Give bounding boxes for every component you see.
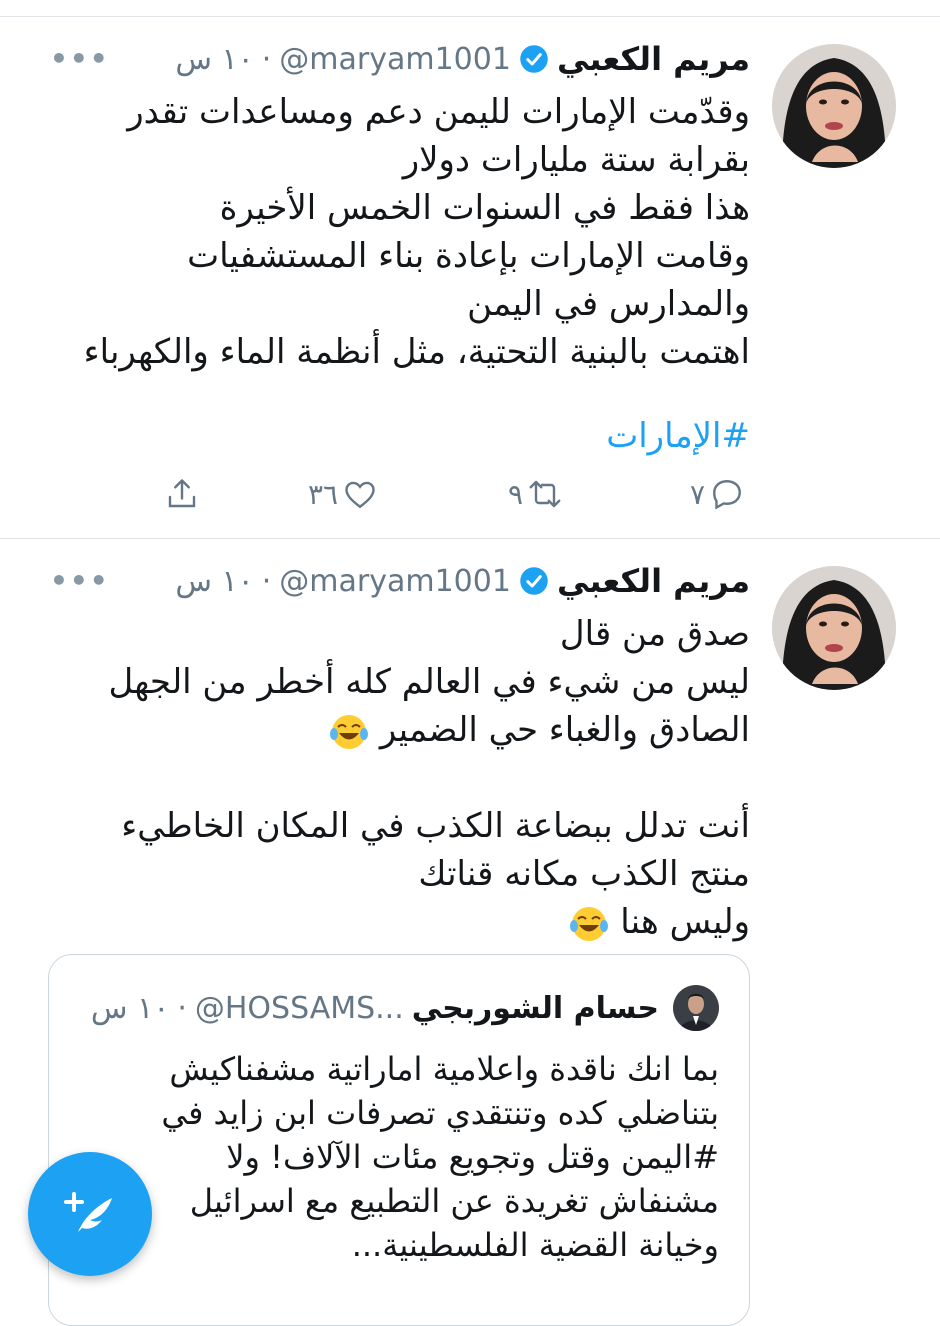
quoted-line: بتناضلي كده وتنتقدي تصرفات ابن زايد في: [161, 1094, 719, 1132]
more-dots-icon[interactable]: •••: [50, 42, 110, 75]
verified-badge-icon: [520, 45, 548, 73]
tweet-line-with-emoji: وليس هنا: [108, 898, 750, 946]
like-count: ٣٦: [308, 477, 339, 511]
quoted-time: ١٠ س: [90, 991, 170, 1026]
retweet-count: ٩: [508, 477, 524, 511]
avatar[interactable]: [772, 44, 896, 168]
reply-count: ٧: [690, 477, 706, 511]
tweet-header: مريم الكعبي @maryam1001 · ١٠ س: [175, 40, 750, 78]
separator-dot: ·: [177, 991, 187, 1026]
reply-icon: [713, 480, 741, 510]
tweet-text: وقدّمت الإمارات لليمن دعم ومساعدات تقدر …: [84, 88, 750, 376]
heart-icon: [345, 481, 375, 509]
tears-of-joy-emoji: [330, 714, 369, 749]
tweet-1[interactable]: مريم الكعبي @maryam1001 · ١٠ س ••• وقدّم…: [0, 0, 940, 536]
compose-tweet-button[interactable]: [28, 1152, 152, 1276]
verified-badge-icon: [520, 567, 548, 595]
quoted-text: بما انك ناقدة واعلامية اماراتية مشفناكيش…: [161, 1047, 719, 1267]
hashtag-link[interactable]: #الإمارات: [606, 412, 750, 460]
tweet-actions: ٧ ٩ ٣٦: [0, 478, 940, 520]
quoted-header: حسام الشوربجي @HOSSAMS... · ١٠ س: [91, 991, 659, 1026]
author-handle[interactable]: @maryam1001: [279, 564, 511, 599]
quoted-author-handle[interactable]: @HOSSAMS...: [195, 991, 404, 1026]
tweet-line: والمدارس في اليمن: [467, 284, 750, 324]
quoted-line: مشنفاش تغريدة عن التطبيع مع اسرائيل: [189, 1182, 719, 1220]
author-handle[interactable]: @maryam1001: [279, 42, 511, 77]
tweet-time[interactable]: ١٠ س: [175, 564, 253, 599]
separator-dot: ·: [261, 563, 272, 599]
tweet-line: وقدّمت الإمارات لليمن دعم ومساعدات تقدر: [127, 92, 750, 132]
share-button[interactable]: [164, 476, 200, 512]
quoted-line: #اليمن وقتل وتجويع مئات الآلاف! ولا: [226, 1138, 719, 1176]
tweet-line: أنت تدلل ببضاعة الكذب في المكان الخاطيء: [121, 806, 750, 846]
tweet-line: ليس من شيء في العالم كله أخطر من الجهل: [108, 662, 750, 702]
compose-tweet-icon: [64, 1192, 112, 1232]
tweet-text: صدق من قال ليس من شيء في العالم كله أخطر…: [108, 610, 750, 946]
avatar[interactable]: [772, 566, 896, 690]
share-icon: [168, 479, 196, 508]
more-dots-icon[interactable]: •••: [50, 564, 110, 597]
like-button[interactable]: ٣٦: [308, 476, 378, 512]
separator-dot: ·: [261, 41, 272, 77]
tweet-2[interactable]: مريم الكعبي @maryam1001 · ١٠ س ••• صدق م…: [0, 540, 940, 1326]
quoted-line: بما انك ناقدة واعلامية اماراتية مشفناكيش: [169, 1050, 719, 1088]
retweet-button[interactable]: ٩: [508, 476, 563, 512]
reply-button[interactable]: ٧: [690, 476, 745, 512]
tweet-line: ​: [108, 754, 750, 802]
quoted-line: وخيانة القضية الفلسطينية...: [351, 1226, 719, 1264]
retweet-icon: [529, 480, 561, 508]
quoted-tweet[interactable]: حسام الشوربجي @HOSSAMS... · ١٠ س بما انك…: [48, 954, 750, 1326]
tweet-line: وقامت الإمارات بإعادة بناء المستشفيات: [187, 236, 750, 276]
tweet-line: وليس هنا: [620, 902, 750, 942]
author-name[interactable]: مريم الكعبي: [557, 40, 750, 78]
tweet-time[interactable]: ١٠ س: [175, 42, 253, 77]
tweet-line: الصادق والغباء حي الضمير: [379, 710, 750, 750]
tweet-line: هذا فقط في السنوات الخمس الأخيرة: [219, 188, 750, 228]
author-name[interactable]: مريم الكعبي: [557, 562, 750, 600]
tweet-line-with-emoji: الصادق والغباء حي الضمير: [108, 706, 750, 754]
tweet-header: مريم الكعبي @maryam1001 · ١٠ س: [175, 562, 750, 600]
hashtag-row: #الإمارات: [606, 412, 750, 460]
tweet-line: منتج الكذب مكانه قناتك: [418, 854, 750, 894]
tweet-line: بقرابة ستة مليارات دولار: [402, 140, 750, 180]
tweet-line: صدق من قال: [559, 614, 750, 654]
tweet-line: اهتمت بالبنية التحتية، مثل أنظمة الماء و…: [83, 332, 750, 372]
tweet-divider: [0, 538, 940, 539]
quoted-author-name[interactable]: حسام الشوربجي: [412, 991, 659, 1026]
quoted-avatar[interactable]: [673, 985, 719, 1031]
tears-of-joy-emoji: [570, 906, 609, 941]
